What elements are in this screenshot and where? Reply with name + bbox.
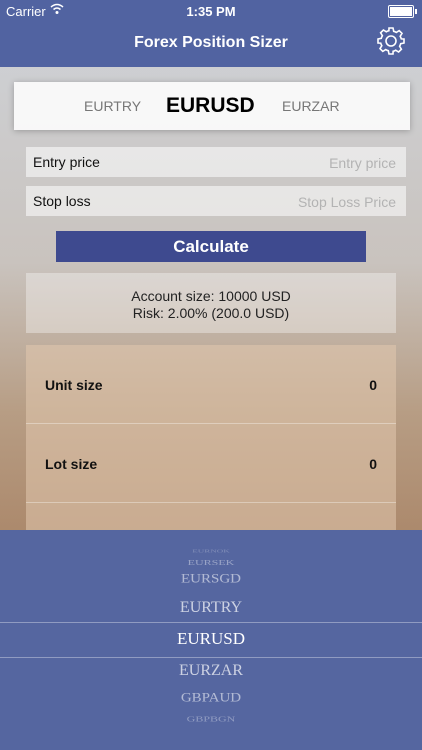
picker-option[interactable]: GBPAUD <box>0 691 422 705</box>
calculate-button[interactable]: Calculate <box>56 231 366 262</box>
page-title: Forex Position Sizer <box>134 34 288 51</box>
lot-size-row: Lot size 0 <box>26 424 396 502</box>
account-info: Account size: 10000 USD Risk: 2.00% (200… <box>26 273 396 333</box>
status-bar: Carrier 1:35 PM <box>0 0 422 22</box>
picker-option[interactable]: GBPBGN <box>0 715 422 724</box>
stop-loss-row: Stop loss <box>26 186 406 216</box>
stop-loss-label: Stop loss <box>33 193 91 209</box>
results-panel: Unit size 0 Lot size 0 <box>26 345 396 535</box>
picker-option[interactable]: EURSEK <box>0 558 422 568</box>
lot-size-label: Lot size <box>45 456 98 472</box>
picker-option[interactable]: EURNOK <box>0 549 422 554</box>
stop-loss-input[interactable] <box>184 190 398 214</box>
unit-size-label: Unit size <box>45 377 103 393</box>
entry-price-input[interactable] <box>184 151 398 175</box>
currency-strip[interactable]: EURTRY EURUSD EURZAR <box>14 82 410 130</box>
battery-icon <box>388 5 417 18</box>
currency-next[interactable]: EURZAR <box>282 82 340 130</box>
picker-option[interactable]: EURTRY <box>0 599 422 617</box>
gear-icon[interactable] <box>376 26 406 56</box>
divider <box>26 502 396 503</box>
risk-text: Risk: 2.00% (200.0 USD) <box>132 305 290 321</box>
picker-option-selected[interactable]: EURUSD <box>0 629 422 649</box>
unit-size-row: Unit size 0 <box>26 345 396 423</box>
currency-picker[interactable]: EURNOK EURSEK EURSGD EURTRY EURUSD EURZA… <box>0 530 422 750</box>
currency-current[interactable]: EURUSD <box>166 82 255 130</box>
account-size-text: Account size: 10000 USD <box>131 288 291 304</box>
entry-price-row: Entry price <box>26 147 406 177</box>
picker-option[interactable]: EURZAR <box>0 662 422 680</box>
currency-prev[interactable]: EURTRY <box>84 82 141 130</box>
lot-size-value: 0 <box>369 456 377 472</box>
picker-option[interactable]: EURSGD <box>0 572 422 586</box>
entry-price-label: Entry price <box>33 154 100 170</box>
unit-size-value: 0 <box>369 377 377 393</box>
status-time: 1:35 PM <box>186 4 236 19</box>
